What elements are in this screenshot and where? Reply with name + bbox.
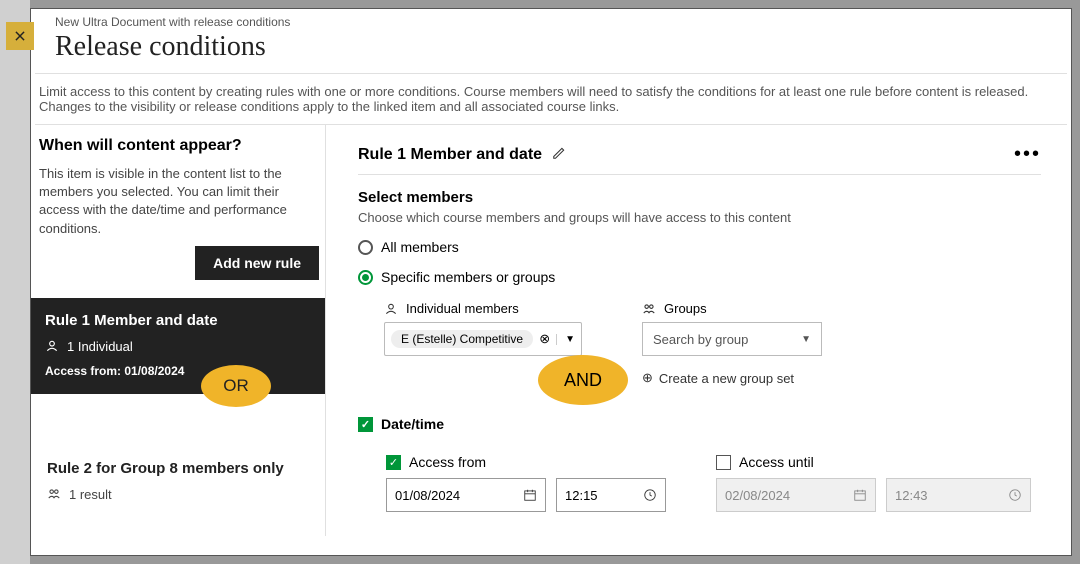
create-group-set-link[interactable]: ⊕ Create a new group set	[642, 370, 822, 386]
create-group-label: Create a new group set	[659, 371, 794, 386]
description-line2: Changes to the visibility or release con…	[39, 99, 619, 114]
main-area: Rule 1 Member and date ••• Select member…	[326, 125, 1071, 536]
add-rule-button[interactable]: Add new rule	[195, 246, 319, 280]
dropdown-icon[interactable]: ▼	[556, 334, 575, 345]
sidebar: When will content appear? This item is v…	[31, 125, 326, 536]
page-title: Release conditions	[55, 31, 1047, 63]
close-icon	[13, 29, 27, 43]
group-icon	[642, 302, 656, 316]
access-until-date-input: 02/08/2024	[716, 478, 876, 512]
select-members-heading: Select members	[358, 189, 1041, 206]
radio-icon-selected	[358, 270, 373, 285]
and-badge: AND	[538, 355, 628, 405]
calendar-icon	[523, 488, 537, 502]
group-select[interactable]: Search by group ▼	[642, 322, 822, 356]
access-until-time-input: 12:43	[886, 478, 1031, 512]
rule-card-2[interactable]: Rule 2 for Group 8 members only 1 result	[37, 446, 319, 522]
rule2-title: Rule 2 for Group 8 members only	[47, 460, 309, 477]
edit-icon[interactable]	[552, 146, 566, 163]
calendar-icon	[853, 488, 867, 502]
clear-chip-icon[interactable]: ⊗	[539, 331, 550, 347]
rule1-access-from: Access from: 01/08/2024	[45, 364, 311, 378]
datetime-toggle[interactable]: ✓ Date/time	[358, 416, 1041, 432]
dropdown-icon: ▼	[801, 334, 811, 345]
more-options-button[interactable]: •••	[1014, 143, 1041, 166]
release-conditions-panel: New Ultra Document with release conditio…	[30, 8, 1072, 556]
or-badge: OR	[201, 365, 271, 407]
close-button[interactable]	[6, 22, 34, 50]
sidebar-heading: When will content appear?	[37, 137, 319, 165]
radio-icon	[358, 240, 373, 255]
checkbox-checked-icon: ✓	[358, 417, 373, 432]
clock-icon	[643, 488, 657, 502]
main-rule-title: Rule 1 Member and date	[358, 146, 542, 164]
rule2-result: 1 result	[69, 487, 112, 502]
specific-members-label: Specific members or groups	[381, 269, 555, 285]
group-icon	[47, 487, 61, 501]
datetime-label: Date/time	[381, 416, 444, 432]
individual-members-select[interactable]: E (Estelle) Competitive ⊗ ▼	[384, 322, 582, 356]
access-from-date-input[interactable]: 01/08/2024	[386, 478, 546, 512]
until-date-value: 02/08/2024	[725, 488, 790, 503]
description: Limit access to this content by creating…	[35, 73, 1067, 125]
access-from-time-input[interactable]: 12:15	[556, 478, 666, 512]
checkbox-checked-icon: ✓	[386, 455, 401, 470]
from-date-value: 01/08/2024	[395, 488, 460, 503]
access-until-label: Access until	[739, 454, 814, 470]
clock-icon	[1008, 488, 1022, 502]
access-until-toggle[interactable]: Access until	[716, 454, 1031, 470]
background-strip	[0, 0, 30, 8]
until-time-value: 12:43	[895, 488, 928, 503]
sidebar-description: This item is visible in the content list…	[37, 165, 319, 246]
radio-specific-members[interactable]: Specific members or groups	[358, 269, 1041, 285]
access-from-toggle[interactable]: ✓ Access from	[386, 454, 666, 470]
access-from-label: Access from	[409, 454, 486, 470]
rule1-individual: 1 Individual	[67, 339, 133, 354]
breadcrumb: New Ultra Document with release conditio…	[55, 15, 1047, 29]
description-line1: Limit access to this content by creating…	[39, 84, 1028, 99]
plus-icon: ⊕	[642, 370, 653, 386]
checkbox-icon	[716, 455, 731, 470]
groups-label: Groups	[664, 301, 707, 316]
individual-members-label: Individual members	[406, 301, 519, 316]
from-time-value: 12:15	[565, 488, 598, 503]
member-chip: E (Estelle) Competitive	[391, 330, 533, 348]
select-members-sub: Choose which course members and groups w…	[358, 210, 1041, 225]
radio-all-members[interactable]: All members	[358, 239, 1041, 255]
group-placeholder: Search by group	[653, 332, 748, 347]
rule-card-1[interactable]: Rule 1 Member and date 1 Individual Acce…	[31, 298, 325, 394]
person-icon	[45, 339, 59, 353]
rule1-title: Rule 1 Member and date	[45, 312, 311, 329]
all-members-label: All members	[381, 239, 459, 255]
person-icon	[384, 302, 398, 316]
